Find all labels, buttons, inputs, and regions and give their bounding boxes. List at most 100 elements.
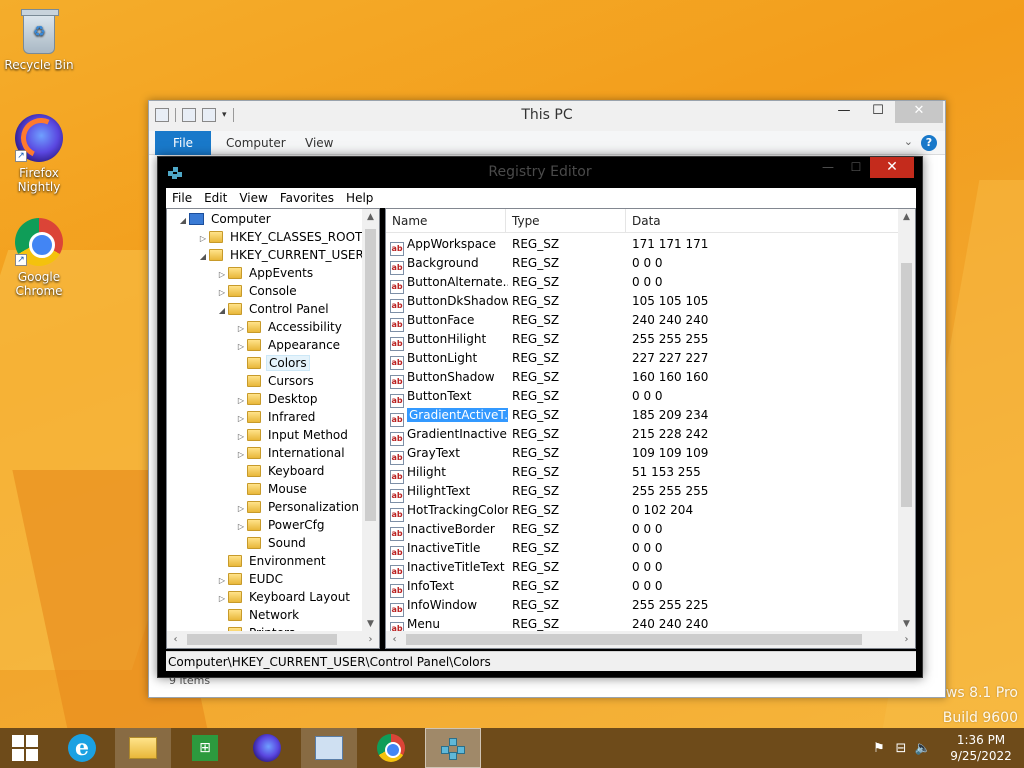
registry-values-list[interactable]: Name Type Data ab Menu REG_SZ 240 240 240 ab… [385, 208, 916, 649]
action-center-flag-icon[interactable]: ⚑ [868, 741, 890, 756]
desktop-icon-google-chrome[interactable]: ↗ Google Chrome [1, 218, 77, 298]
expand-arrow-icon[interactable]: ▷ [216, 590, 228, 608]
scroll-up-arrow-icon[interactable]: ▲ [362, 209, 379, 226]
list-item[interactable]: ab ButtonFace REG_SZ 240 240 240 [386, 311, 900, 332]
scrollbar-thumb[interactable] [406, 634, 862, 645]
list-item[interactable]: ab GradientActiveT... REG_SZ 185 209 234 [386, 406, 900, 427]
list-vertical-scrollbar[interactable]: ▲ ▼ [898, 209, 915, 633]
close-button[interactable]: ✕ [870, 157, 914, 178]
tree-item[interactable]: ▷ Console [216, 282, 299, 300]
collapse-arrow-icon[interactable]: ◢ [197, 248, 209, 266]
list-item[interactable]: ab ButtonHilight REG_SZ 255 255 255 [386, 330, 900, 351]
menu-file[interactable]: File [166, 191, 198, 205]
tree-item[interactable]: ▷ Personalization [235, 498, 361, 516]
scrollbar-thumb[interactable] [187, 634, 337, 645]
tree-item[interactable]: ▷ Appearance [235, 336, 342, 354]
list-item[interactable]: ab ButtonLight REG_SZ 227 227 227 [386, 349, 900, 370]
clock[interactable]: 1:36 PM 9/25/2022 [946, 732, 1016, 764]
taskbar-firefox-nightly[interactable] [239, 728, 295, 768]
expand-arrow-icon[interactable]: ▷ [216, 284, 228, 302]
taskbar-internet-explorer[interactable]: e [54, 728, 110, 768]
tree-item[interactable]: ▷ Desktop [235, 390, 320, 408]
tree-item[interactable]: ▷ Infrared [235, 408, 317, 426]
maximize-button[interactable]: ☐ [842, 157, 870, 178]
registry-editor-window[interactable]: Registry Editor — ☐ ✕ File Edit View Fav… [157, 156, 923, 678]
tree-item[interactable]: ▷ Keyboard Layout [216, 588, 352, 606]
expand-arrow-icon[interactable]: ▷ [216, 266, 228, 284]
menu-favorites[interactable]: Favorites [274, 191, 340, 205]
help-icon[interactable]: ? [921, 135, 937, 151]
menu-view[interactable]: View [233, 191, 273, 205]
network-icon[interactable]: ⊟ [890, 741, 912, 756]
list-item[interactable]: ab ButtonDkShadow REG_SZ 105 105 105 [386, 292, 900, 313]
tree-item[interactable]: ◢ Control Panel [216, 300, 331, 318]
list-item[interactable]: ab HilightText REG_SZ 255 255 255 [386, 482, 900, 503]
column-header-name[interactable]: Name [386, 209, 506, 233]
expand-arrow-icon[interactable]: ▷ [235, 446, 247, 464]
list-item[interactable]: ab InactiveBorder REG_SZ 0 0 0 [386, 520, 900, 541]
tree-item[interactable]: Mouse [235, 480, 309, 498]
expand-arrow-icon[interactable]: ▷ [235, 320, 247, 338]
tree-horizontal-scrollbar[interactable]: ‹ › [167, 631, 379, 648]
list-item[interactable]: ab AppWorkspace REG_SZ 171 171 171 [386, 235, 900, 256]
tree-item[interactable]: ▷ Input Method [235, 426, 350, 444]
taskbar-chrome[interactable] [363, 728, 419, 768]
tree-item[interactable]: ▷ AppEvents [216, 264, 315, 282]
scroll-left-arrow-icon[interactable]: ‹ [167, 631, 184, 648]
taskbar-control-panel[interactable] [301, 728, 357, 768]
taskbar-file-explorer[interactable] [115, 728, 171, 768]
list-item[interactable]: ab Background REG_SZ 0 0 0 [386, 254, 900, 275]
collapse-arrow-icon[interactable]: ◢ [177, 212, 189, 230]
scrollbar-thumb[interactable] [901, 263, 912, 507]
tree-item[interactable]: ▷ International [235, 444, 347, 462]
tree-item[interactable]: ▷ EUDC [216, 570, 285, 588]
list-item[interactable]: ab InfoText REG_SZ 0 0 0 [386, 577, 900, 598]
list-item[interactable]: ab InfoWindow REG_SZ 255 255 225 [386, 596, 900, 617]
tree-item[interactable]: ▷ PowerCfg [235, 516, 327, 534]
tree-item[interactable]: Cursors [235, 372, 316, 390]
tab-file[interactable]: File [155, 131, 211, 155]
close-button[interactable]: ✕ [895, 101, 943, 123]
expand-arrow-icon[interactable]: ▷ [216, 572, 228, 590]
menu-help[interactable]: Help [340, 191, 379, 205]
expand-arrow-icon[interactable]: ▷ [235, 500, 247, 518]
list-item[interactable]: ab InactiveTitle REG_SZ 0 0 0 [386, 539, 900, 560]
taskbar-registry-editor[interactable] [425, 728, 481, 768]
tree-item[interactable]: Environment [216, 552, 328, 570]
tree-item[interactable]: Network [216, 606, 301, 624]
list-item[interactable]: ab ButtonAlternate... REG_SZ 0 0 0 [386, 273, 900, 294]
list-item[interactable]: ab Hilight REG_SZ 51 153 255 [386, 463, 900, 484]
desktop-icon-firefox-nightly[interactable]: ↗ Firefox Nightly [1, 114, 77, 194]
list-item[interactable]: ab ButtonText REG_SZ 0 0 0 [386, 387, 900, 408]
maximize-button[interactable]: ☐ [861, 101, 895, 123]
expand-arrow-icon[interactable]: ▷ [235, 392, 247, 410]
column-header-data[interactable]: Data [626, 209, 900, 233]
explorer-titlebar[interactable]: ▾ This PC — ☐ ✕ [149, 101, 945, 131]
tree-item[interactable]: ▷ HKEY_CLASSES_ROOT [197, 228, 364, 246]
tree-item[interactable]: Keyboard [235, 462, 326, 480]
minimize-button[interactable]: — [827, 101, 861, 123]
tree-item[interactable]: ◢ HKEY_CURRENT_USER [197, 246, 366, 264]
tree-item[interactable]: ▷ Accessibility [235, 318, 344, 336]
start-button[interactable] [0, 728, 50, 768]
tree-vertical-scrollbar[interactable]: ▲ ▼ [362, 209, 379, 633]
registry-key-tree[interactable]: ▷PrintersNetwork▷Keyboard Layout▷EUDCEnv… [166, 208, 380, 649]
scrollbar-thumb[interactable] [365, 229, 376, 521]
expand-arrow-icon[interactable]: ▷ [235, 410, 247, 428]
tree-item[interactable]: Colors [235, 354, 310, 372]
scroll-left-arrow-icon[interactable]: ‹ [386, 631, 403, 648]
expand-arrow-icon[interactable]: ▷ [235, 518, 247, 536]
tab-computer[interactable]: Computer [226, 131, 286, 155]
tree-item[interactable]: ◢ Computer [177, 210, 273, 228]
list-item[interactable]: ab GradientInactive... REG_SZ 215 228 242 [386, 425, 900, 446]
scroll-up-arrow-icon[interactable]: ▲ [898, 209, 915, 226]
ribbon-expand-chevron-icon[interactable]: ⌄ [904, 135, 913, 148]
column-header-type[interactable]: Type [506, 209, 626, 233]
expand-arrow-icon[interactable]: ▷ [235, 428, 247, 446]
tab-view[interactable]: View [305, 131, 333, 155]
collapse-arrow-icon[interactable]: ◢ [216, 302, 228, 320]
expand-arrow-icon[interactable]: ▷ [235, 338, 247, 356]
scroll-right-arrow-icon[interactable]: › [898, 631, 915, 648]
scroll-right-arrow-icon[interactable]: › [362, 631, 379, 648]
regedit-titlebar[interactable]: Registry Editor — ☐ ✕ [158, 157, 922, 187]
